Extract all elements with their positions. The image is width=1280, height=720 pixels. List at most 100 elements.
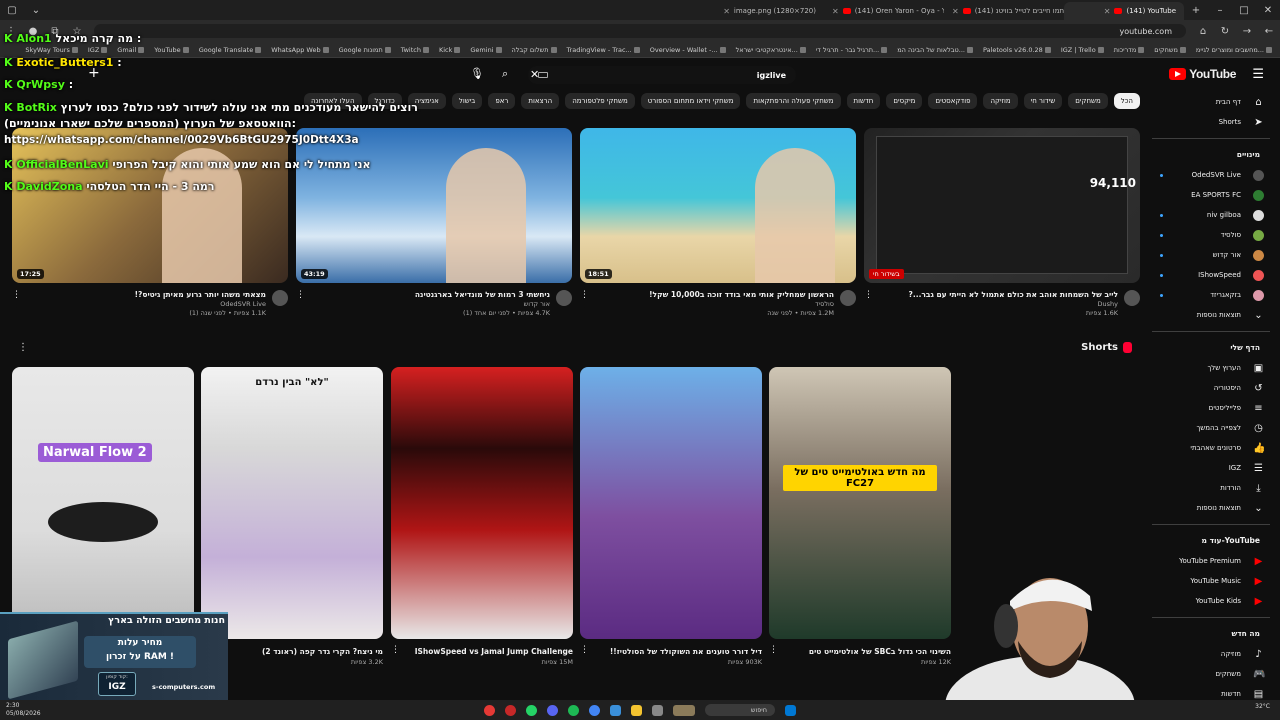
chip-all[interactable]: הכל [1113, 93, 1140, 109]
sidebar-section-title[interactable]: מינויים [1152, 145, 1280, 165]
menu-icon[interactable]: ⋮ [0, 26, 22, 37]
filter-chip[interactable]: שידור חי [1023, 93, 1063, 109]
bookmark-item[interactable]: תשלום קבלה [512, 46, 557, 54]
bookmark-item[interactable]: Gemini [470, 46, 502, 54]
file-explorer-icon[interactable] [631, 704, 642, 716]
filter-chip[interactable]: כדורגל [367, 93, 402, 109]
channel-avatar[interactable] [840, 290, 856, 306]
widget-icon[interactable] [673, 704, 695, 716]
channel-avatar[interactable] [1124, 290, 1140, 306]
video-channel[interactable]: סולסיד [594, 300, 834, 309]
filter-chip[interactable]: משחקי פלטפורמה [565, 93, 635, 109]
sidebar-item[interactable]: YouTube Music ▶ [1152, 571, 1280, 591]
bookmark-item[interactable]: טבלאות של הבינה המ... [897, 46, 973, 54]
sidebar-item[interactable]: פלייליסטים ≡ [1152, 398, 1280, 418]
more-options-icon[interactable]: ⋮ [864, 290, 873, 318]
close-icon[interactable]: ✕ [723, 7, 730, 16]
bookmark-item[interactable]: SkyWay Tours [25, 46, 78, 54]
sidebar-item[interactable]: משחקים 🎮 [1152, 664, 1280, 684]
video-title[interactable]: הראשון שמחליק אותי מאי בודד זוכה ב10,000… [594, 290, 834, 300]
filter-chip[interactable]: מיקסים [886, 93, 923, 109]
video-channel[interactable]: אור קדוש [310, 300, 550, 309]
taskbar-search[interactable]: חיפוש [705, 704, 775, 716]
sidebar-item[interactable]: סולסיד [1152, 225, 1280, 245]
bookmark-item[interactable]: Kick [439, 46, 461, 54]
tab[interactable]: ✕(141) אתמו חייבים לטייל בוויטנ... [944, 2, 1064, 20]
filter-chip[interactable]: אנימציה [407, 93, 446, 109]
sidebar-item[interactable]: niv gilboa [1152, 205, 1280, 225]
back-icon[interactable]: ← [1258, 26, 1280, 37]
video-channel[interactable]: Dushy [878, 300, 1118, 309]
filter-chip[interactable]: משחקים [1068, 93, 1108, 109]
short-card[interactable]: ⋮ IShowSpeed vs Jamal Jump Challenge 15M צ… [391, 367, 573, 666]
short-card[interactable]: ⋮ דיל דורר טוענים את השוקולד של הסולטיז!!… [580, 367, 762, 666]
search-input[interactable]: igzlive [528, 66, 796, 84]
close-icon[interactable]: ✕ [952, 7, 959, 16]
sidebar-item[interactable]: דף הבית ⌂ [1152, 92, 1280, 112]
url-bar[interactable]: youtube.com [94, 24, 1186, 38]
tab-active[interactable]: ✕ (141) YouTube [1064, 2, 1184, 20]
bookmark-star-icon[interactable]: ☆ [66, 26, 88, 37]
video-thumbnail[interactable]: 17:25 [12, 128, 288, 283]
more-options-icon[interactable]: ⋮ [12, 290, 21, 318]
sidebar-section-title[interactable]: הדף שלי [1152, 338, 1280, 358]
filter-chip[interactable]: משחקי פעולה והרפתקאות [746, 93, 841, 109]
bookmark-item[interactable]: YouTube [154, 46, 189, 54]
video-title[interactable]: לייב של השמחות אוהב את כולם אתמול לא היי… [878, 290, 1118, 300]
short-title[interactable]: IShowSpeed vs Jamal Jump Challenge [391, 647, 573, 656]
short-card[interactable]: מה חדש באולטימייט טים של FC27 ⋮ השינוי הכי… [769, 367, 951, 666]
video-card[interactable]: 18:51 הראשון שמחליק אותי מאי בודד זוכה ב1… [580, 128, 856, 318]
video-title[interactable]: מצאתי משהו יותר גרוע מאיתן גיטיס?! [26, 290, 266, 300]
sidebar-item[interactable]: IGZ ☰ [1152, 458, 1280, 478]
discord-icon[interactable] [547, 704, 558, 716]
profile-icon[interactable]: ● [22, 26, 44, 37]
sidebar-item[interactable]: תוצאות נוספות ⌄ [1152, 498, 1280, 518]
bookmark-item[interactable]: משחקים [1154, 46, 1186, 54]
short-thumbnail[interactable]: "לא" הבין נרדם [201, 367, 383, 639]
sidebar-item[interactable]: EA SPORTS FC [1152, 185, 1280, 205]
bookmark-item[interactable]: Google Translate [199, 46, 262, 54]
reload-icon[interactable]: ↻ [1214, 26, 1236, 37]
video-channel[interactable]: OdedSVR Live [26, 300, 266, 309]
bookmark-item[interactable]: תרגיל גבר - תרגיל די... [816, 46, 888, 54]
bookmark-item[interactable]: WhatsApp Web [271, 46, 329, 54]
more-options-icon[interactable]: ⋮ [580, 290, 589, 318]
task-view-icon[interactable] [652, 704, 663, 716]
sidebar-item[interactable]: מוזיקה ♪ [1152, 644, 1280, 664]
bookmark-item[interactable]: IGZ [88, 46, 108, 54]
keyboard-icon[interactable] [538, 72, 548, 78]
sidebar-item[interactable]: סרטונים שאהבתי 👍 [1152, 438, 1280, 458]
bookmark-item[interactable]: Gmail [117, 46, 145, 54]
filter-chip[interactable]: חדשות [846, 93, 881, 109]
sidebar-item[interactable]: OdedSVR Live [1152, 165, 1280, 185]
channel-avatar[interactable] [556, 290, 572, 306]
whatsapp-icon[interactable] [526, 704, 537, 716]
video-thumbnail[interactable]: 43:19 [296, 128, 572, 283]
video-card[interactable]: 17:25 מצאתי משהו יותר גרוע מאיתן גיטיס?! O… [12, 128, 288, 318]
video-thumbnail[interactable]: 18:51 [580, 128, 856, 283]
search-icon[interactable]: ⌕ [502, 67, 508, 81]
sidebar-item[interactable]: לצפייה בהמשך ◷ [1152, 418, 1280, 438]
sidebar-item[interactable]: YouTube Premium ▶ [1152, 551, 1280, 571]
app-icon[interactable] [484, 704, 495, 716]
chrome-icon[interactable] [589, 704, 600, 716]
more-options-icon[interactable]: ⋮ [296, 290, 305, 318]
filter-chip[interactable]: בישול [451, 93, 483, 109]
bookmark-item[interactable]: אינטראקטיבי ישראל... [736, 46, 806, 54]
sidebar-item[interactable]: היסטוריה ↺ [1152, 378, 1280, 398]
shorts-more-icon[interactable]: ⋮ [18, 342, 28, 353]
sidebar-item[interactable]: הערוץ שלך ▣ [1152, 358, 1280, 378]
bookmark-item[interactable]: IGZ | Trello [1061, 46, 1104, 54]
more-options-icon[interactable]: ⋮ [391, 645, 400, 655]
close-icon[interactable]: ✕ [832, 7, 839, 16]
filter-chip[interactable]: משחקי וידאו מתחום הספורט [640, 93, 741, 109]
bookmark-item[interactable]: Overview - Wallet -... [650, 46, 726, 54]
video-card[interactable]: 43:19 ניחשתי 3 רמות של מונדיאל בארגנטינה א… [296, 128, 572, 318]
create-plus-icon[interactable]: + [88, 65, 100, 81]
tab-search-icon[interactable]: ⌄ [24, 0, 48, 20]
more-options-icon[interactable]: ⋮ [580, 645, 589, 655]
bookmark-item[interactable]: Twitch [401, 46, 429, 54]
filter-chip[interactable]: העלו לאחרונה [303, 93, 362, 109]
filter-chip[interactable]: פודקאסטים [928, 93, 978, 109]
forward-icon[interactable]: → [1236, 26, 1258, 37]
